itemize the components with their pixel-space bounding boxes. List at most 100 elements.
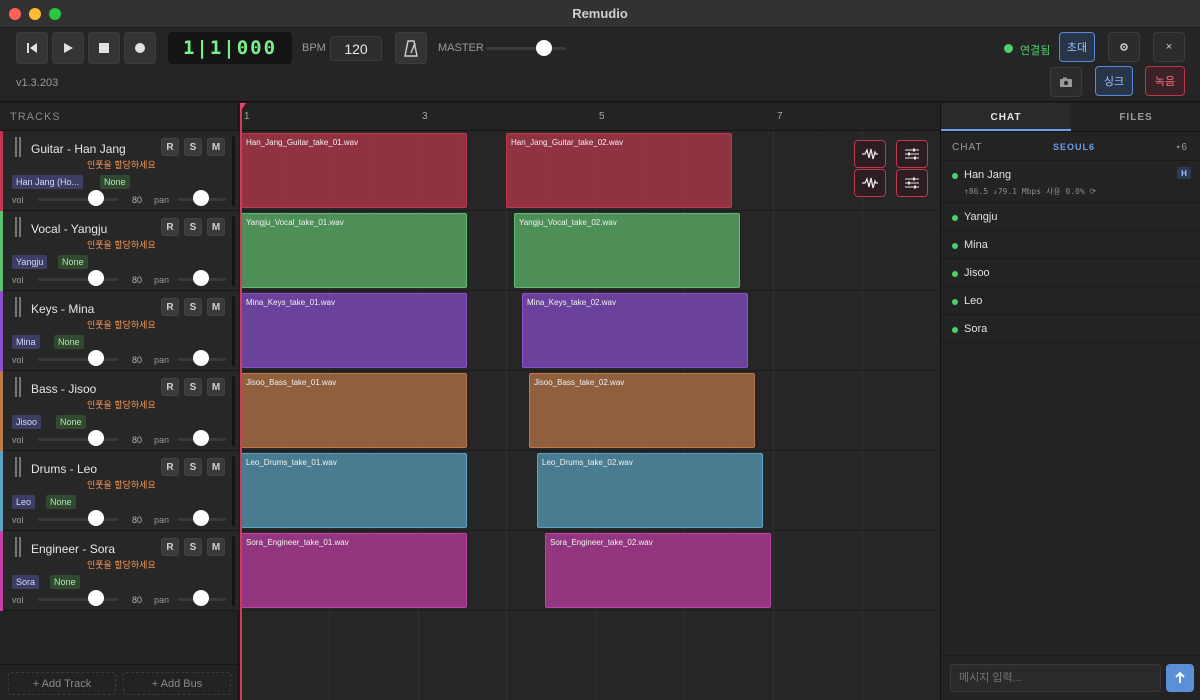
volume-handle[interactable] [88, 350, 104, 366]
window-maximize-button[interactable] [49, 8, 61, 20]
audio-clip[interactable]: Leo_Drums_take_02.wav [537, 453, 763, 528]
user-item[interactable]: Sora [941, 315, 1200, 343]
metronome-button[interactable] [395, 32, 427, 64]
volume-handle[interactable] [88, 430, 104, 446]
record-arm-toggle[interactable]: R [161, 298, 179, 316]
audio-clip[interactable]: Jisoo_Bass_take_02.wav [529, 373, 755, 448]
solo-toggle[interactable]: S [184, 378, 202, 396]
audio-clip[interactable]: Han_Jang_Guitar_take_02.wav [506, 133, 732, 208]
waveform-tool-button[interactable] [854, 140, 886, 168]
track-header[interactable]: Keys - Mina R S M 인풋을 할당하세요 Mina None vo… [0, 291, 239, 371]
volume-slider[interactable] [38, 198, 118, 201]
volume-handle[interactable] [88, 270, 104, 286]
volume-slider[interactable] [38, 598, 118, 601]
solo-toggle[interactable]: S [184, 218, 202, 236]
invite-button[interactable]: 초대 [1059, 32, 1095, 62]
input-select[interactable]: None [50, 575, 80, 589]
window-minimize-button[interactable] [29, 8, 41, 20]
mute-toggle[interactable]: M [207, 298, 225, 316]
skip-to-start-button[interactable] [16, 32, 48, 64]
play-button[interactable] [52, 32, 84, 64]
track-name[interactable]: Bass - Jisoo [31, 382, 96, 396]
drag-handle-icon[interactable] [15, 537, 21, 557]
mute-toggle[interactable]: M [207, 378, 225, 396]
volume-handle[interactable] [88, 190, 104, 206]
solo-toggle[interactable]: S [184, 138, 202, 156]
user-item[interactable]: Leo [941, 287, 1200, 315]
track-name[interactable]: Vocal - Yangju [31, 222, 107, 236]
timeline[interactable]: 1 3 5 7 Han_Jang_Guitar_take_01.wav Han_J… [240, 103, 940, 700]
timeline-ruler[interactable]: 1 3 5 7 [240, 103, 940, 131]
pan-handle[interactable] [193, 190, 209, 206]
chat-message-input[interactable] [950, 664, 1161, 692]
drag-handle-icon[interactable] [15, 217, 21, 237]
track-name[interactable]: Guitar - Han Jang [31, 142, 126, 156]
record-arm-button[interactable] [124, 32, 156, 64]
record-arm-toggle[interactable]: R [161, 218, 179, 236]
mute-toggle[interactable]: M [207, 138, 225, 156]
input-select[interactable]: None [54, 335, 84, 349]
user-item[interactable]: Yangju [941, 203, 1200, 231]
volume-handle[interactable] [88, 590, 104, 606]
input-select[interactable]: None [58, 255, 88, 269]
drag-handle-icon[interactable] [15, 137, 21, 157]
tab-chat[interactable]: CHAT [941, 103, 1071, 131]
mixer-tool-button-2[interactable] [896, 169, 928, 197]
volume-slider[interactable] [38, 518, 118, 521]
sync-button[interactable]: 싱크 [1095, 66, 1133, 96]
volume-slider[interactable] [38, 438, 118, 441]
audio-clip[interactable]: Mina_Keys_take_01.wav [241, 293, 467, 368]
record-arm-toggle[interactable]: R [161, 458, 179, 476]
mute-toggle[interactable]: M [207, 458, 225, 476]
playhead-marker[interactable] [240, 103, 246, 112]
drag-handle-icon[interactable] [15, 457, 21, 477]
add-bus-button[interactable]: + Add Bus [123, 672, 231, 695]
pan-handle[interactable] [193, 430, 209, 446]
audio-clip[interactable]: Jisoo_Bass_take_01.wav [241, 373, 467, 448]
mute-toggle[interactable]: M [207, 538, 225, 556]
bpm-input[interactable]: 120 [330, 36, 382, 61]
audio-clip[interactable]: Yangju_Vocal_take_01.wav [241, 213, 467, 288]
record-arm-toggle[interactable]: R [161, 138, 179, 156]
track-header[interactable]: Drums - Leo R S M 인풋을 할당하세요 Leo None vol… [0, 451, 239, 531]
user-item[interactable]: Jisoo [941, 259, 1200, 287]
playhead[interactable] [240, 103, 242, 700]
drag-handle-icon[interactable] [15, 297, 21, 317]
track-name[interactable]: Keys - Mina [31, 302, 94, 316]
track-header[interactable]: Bass - Jisoo R S M 인풋을 할당하세요 Jisoo None … [0, 371, 239, 451]
mute-toggle[interactable]: M [207, 218, 225, 236]
master-volume-slider[interactable] [486, 47, 566, 50]
settings-button[interactable] [1108, 32, 1140, 62]
audio-clip[interactable]: Yangju_Vocal_take_02.wav [514, 213, 740, 288]
record-button[interactable]: 녹음 [1145, 66, 1185, 96]
master-volume-handle[interactable] [536, 40, 552, 56]
volume-handle[interactable] [88, 510, 104, 526]
window-close-button[interactable] [9, 8, 21, 20]
solo-toggle[interactable]: S [184, 538, 202, 556]
close-session-button[interactable]: × [1153, 32, 1185, 62]
volume-slider[interactable] [38, 278, 118, 281]
audio-clip[interactable]: Sora_Engineer_take_02.wav [545, 533, 771, 608]
solo-toggle[interactable]: S [184, 298, 202, 316]
track-header[interactable]: Guitar - Han Jang R S M 인풋을 할당하세요 Han Ja… [0, 131, 239, 211]
track-name[interactable]: Engineer - Sora [31, 542, 115, 556]
record-arm-toggle[interactable]: R [161, 378, 179, 396]
audio-clip[interactable]: Mina_Keys_take_02.wav [522, 293, 748, 368]
drag-handle-icon[interactable] [15, 377, 21, 397]
track-header[interactable]: Vocal - Yangju R S M 인풋을 할당하세요 Yangju No… [0, 211, 239, 291]
volume-slider[interactable] [38, 358, 118, 361]
pan-handle[interactable] [193, 510, 209, 526]
screenshot-button[interactable] [1050, 67, 1082, 97]
audio-clip[interactable]: Leo_Drums_take_01.wav [241, 453, 467, 528]
input-select[interactable]: None [46, 495, 76, 509]
pan-handle[interactable] [193, 270, 209, 286]
input-select[interactable]: None [56, 415, 86, 429]
mixer-tool-button[interactable] [896, 140, 928, 168]
solo-toggle[interactable]: S [184, 458, 202, 476]
record-arm-toggle[interactable]: R [161, 538, 179, 556]
add-track-button[interactable]: + Add Track [8, 672, 116, 695]
audio-clip[interactable]: Han_Jang_Guitar_take_01.wav [241, 133, 467, 208]
audio-clip[interactable]: Sora_Engineer_take_01.wav [241, 533, 467, 608]
input-select[interactable]: None [100, 175, 130, 189]
track-name[interactable]: Drums - Leo [31, 462, 97, 476]
